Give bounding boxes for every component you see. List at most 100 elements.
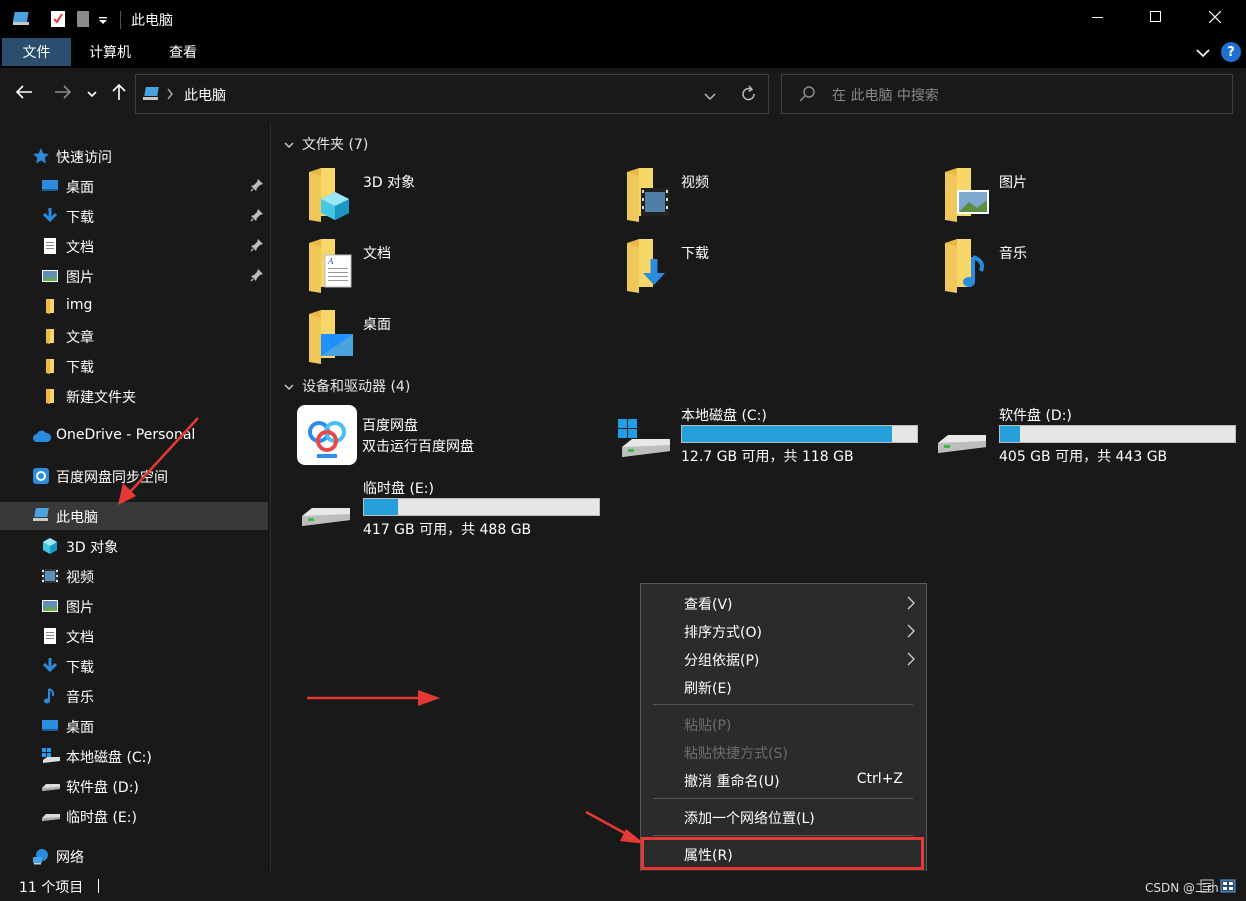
menu-label: 添加一个网络位置(L) xyxy=(684,811,815,827)
nav-this-pc-item[interactable]: 3D 对象 xyxy=(0,532,268,560)
help-icon[interactable]: ? xyxy=(1221,42,1241,62)
nav-quick-item[interactable]: 新建文件夹 xyxy=(0,382,268,410)
folder-item[interactable]: 3D 对象 xyxy=(271,166,571,228)
menu-label: 粘贴(P) xyxy=(684,718,732,734)
tab-view[interactable]: 查看 xyxy=(150,38,216,66)
properties-quick-icon[interactable] xyxy=(50,10,66,32)
folder-item[interactable]: 图片 xyxy=(907,166,1207,228)
folder-label: 图片 xyxy=(999,175,1027,191)
picture-icon xyxy=(41,267,59,285)
baidu-sync-icon xyxy=(32,467,50,485)
windows-drive-icon xyxy=(616,417,676,465)
download-icon xyxy=(41,657,59,675)
nav-baidu-sync[interactable]: 百度网盘同步空间 xyxy=(0,462,268,490)
nav-this-pc-item[interactable]: 桌面 xyxy=(0,712,268,740)
tab-file[interactable]: 文件 xyxy=(2,38,71,66)
nav-quick-item[interactable]: img xyxy=(0,292,268,320)
nav-this-pc[interactable]: 此电脑 xyxy=(0,502,268,530)
breadcrumb[interactable]: 此电脑 xyxy=(184,85,226,105)
nav-quick-item[interactable]: 文档 xyxy=(0,232,268,260)
menu-label: 粘贴快捷方式(S) xyxy=(684,746,788,762)
nav-quick-item[interactable]: 图片 xyxy=(0,262,268,290)
nav-this-pc-item[interactable]: 视频 xyxy=(0,562,268,590)
folders-group-header[interactable]: 文件夹 (7) xyxy=(284,134,368,154)
search-icon xyxy=(798,85,816,107)
baidu-netdisk-item[interactable]: 百度网盘 双击运行百度网盘 xyxy=(297,405,617,475)
nav-quick-access[interactable]: 快速访问 xyxy=(0,142,268,170)
nav-network[interactable]: 网络 xyxy=(0,842,268,870)
nav-label: 文档 xyxy=(66,630,94,646)
menu-item-refresh[interactable]: 刷新(E) xyxy=(642,673,925,701)
nav-this-pc-item[interactable]: 下载 xyxy=(0,652,268,680)
menu-item-undo-rename[interactable]: 撤消 重命名(U) Ctrl+Z xyxy=(642,766,925,794)
folder-item[interactable]: 视频 xyxy=(589,166,889,228)
nav-this-pc-item[interactable]: 图片 xyxy=(0,592,268,620)
large-icons-view-icon[interactable] xyxy=(1220,879,1236,897)
desktop-icon xyxy=(305,308,353,364)
breadcrumb-chevron-icon[interactable] xyxy=(166,88,174,104)
search-box[interactable]: 在 此电脑 中搜索 xyxy=(781,74,1233,114)
menu-item-add-network-location[interactable]: 添加一个网络位置(L) xyxy=(642,803,925,831)
star-icon xyxy=(32,147,50,165)
title-separator xyxy=(120,11,121,29)
nav-onedrive[interactable]: OneDrive - Personal xyxy=(0,422,268,450)
chevron-down-icon xyxy=(284,137,294,153)
folder-item[interactable]: 桌面 xyxy=(271,308,571,370)
nav-this-pc-item[interactable]: 音乐 xyxy=(0,682,268,710)
nav-quick-item[interactable]: 下载 xyxy=(0,202,268,230)
nav-label: 本地磁盘 (C:) xyxy=(66,750,152,766)
address-bar[interactable]: 此电脑 xyxy=(135,74,769,114)
menu-item-group-by[interactable]: 分组依据(P) xyxy=(642,645,925,673)
nav-this-pc-item[interactable]: 文档 xyxy=(0,622,268,650)
nav-quick-item[interactable]: 下载 xyxy=(0,352,268,380)
nav-label: 文档 xyxy=(66,240,94,256)
customize-toolbar-icon[interactable] xyxy=(98,14,108,30)
back-button[interactable] xyxy=(12,82,36,106)
drive-icon xyxy=(41,777,60,795)
status-separator xyxy=(98,879,99,893)
folder-icon xyxy=(41,297,59,315)
tab-computer[interactable]: 计算机 xyxy=(74,38,146,66)
nav-quick-item[interactable]: 文章 xyxy=(0,322,268,350)
nav-quick-item[interactable]: 桌面 xyxy=(0,172,268,200)
maximize-button[interactable] xyxy=(1133,0,1179,38)
details-view-icon[interactable] xyxy=(1200,879,1214,897)
folder-item[interactable]: A 文档 xyxy=(271,237,571,299)
drive-usage-fill xyxy=(1000,426,1021,442)
drive-e[interactable]: 临时盘 (E:) 417 GB 可用，共 488 GB xyxy=(298,478,618,548)
menu-item-sort-by[interactable]: 排序方式(O) xyxy=(642,617,925,645)
drive-c[interactable]: 本地磁盘 (C:) 12.7 GB 可用，共 118 GB xyxy=(616,405,936,475)
new-folder-quick-icon[interactable] xyxy=(76,10,90,32)
drive-d[interactable]: 软件盘 (D:) 405 GB 可用，共 443 GB xyxy=(934,405,1246,475)
forward-button[interactable] xyxy=(51,82,75,106)
baidu-netdisk-subtitle: 双击运行百度网盘 xyxy=(362,439,474,455)
refresh-icon[interactable] xyxy=(741,85,757,107)
search-input[interactable]: 在 此电脑 中搜索 xyxy=(832,85,939,105)
pin-icon[interactable] xyxy=(250,238,264,252)
nav-label: 下载 xyxy=(66,360,94,376)
pin-icon[interactable] xyxy=(250,178,264,192)
nav-this-pc-item[interactable]: 软件盘 (D:) xyxy=(0,772,268,800)
folder-icon xyxy=(41,357,59,375)
this-pc-app-icon xyxy=(11,10,33,32)
recent-locations-button[interactable] xyxy=(82,82,102,106)
desktop-icon xyxy=(41,717,59,735)
pin-icon[interactable] xyxy=(250,208,264,222)
close-button[interactable] xyxy=(1192,0,1238,38)
chevron-down-icon xyxy=(284,379,294,395)
devices-group-header[interactable]: 设备和驱动器 (4) xyxy=(284,376,410,396)
menu-item-paste-shortcut[interactable]: 粘贴快捷方式(S) xyxy=(642,738,925,766)
menu-item-paste[interactable]: 粘贴(P) xyxy=(642,710,925,738)
folder-item[interactable]: 下载 xyxy=(589,237,889,299)
drive-name: 本地磁盘 (C:) xyxy=(681,408,767,424)
up-button[interactable] xyxy=(107,82,131,106)
folder-item[interactable]: 音乐 xyxy=(907,237,1207,299)
nav-this-pc-item[interactable]: 临时盘 (E:) xyxy=(0,802,268,830)
address-dropdown-icon[interactable] xyxy=(704,89,716,105)
menu-item-view[interactable]: 查看(V) xyxy=(642,589,925,617)
minimize-button[interactable] xyxy=(1075,0,1121,38)
expand-ribbon-icon[interactable] xyxy=(1196,46,1210,62)
nav-this-pc-item[interactable]: 本地磁盘 (C:) xyxy=(0,742,268,770)
folder-icon xyxy=(41,387,59,405)
pin-icon[interactable] xyxy=(250,268,264,282)
